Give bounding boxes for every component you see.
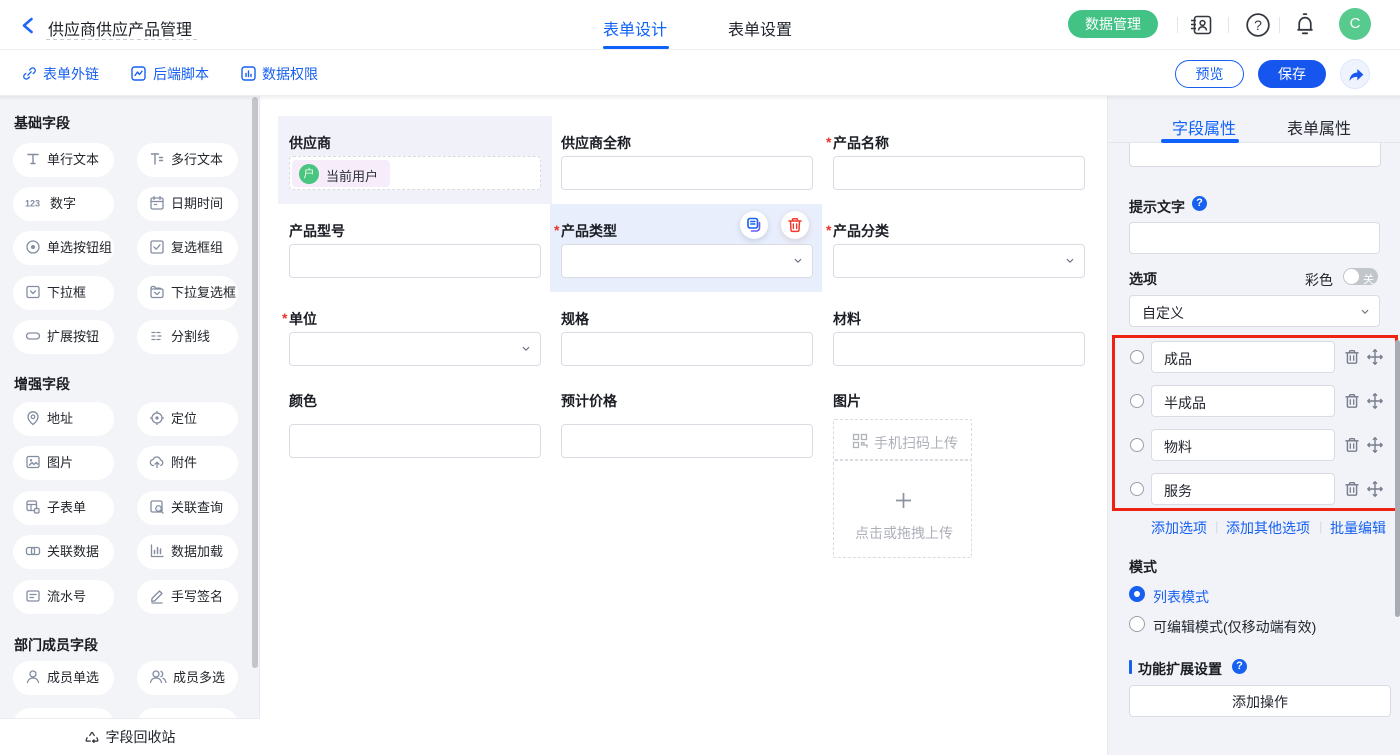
svg-text:123: 123 [25,198,40,208]
svg-text:?: ? [1254,17,1262,33]
